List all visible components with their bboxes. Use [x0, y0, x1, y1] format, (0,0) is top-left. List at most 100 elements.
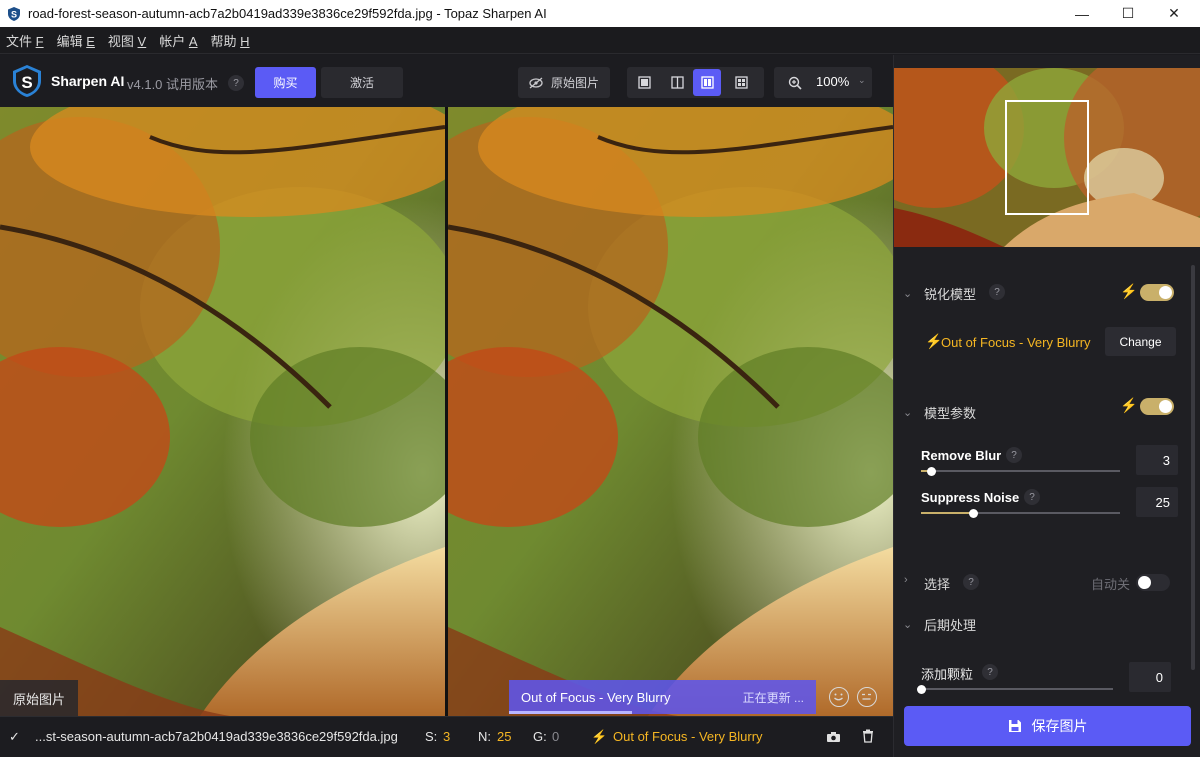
app-icon: S [8, 6, 20, 21]
menu-view[interactable]: 视图 V [108, 31, 146, 50]
side-by-side-icon [700, 76, 714, 89]
quad-view-button[interactable] [727, 69, 755, 96]
selected-model-name: Out of Focus - Very Blurry [941, 335, 1091, 350]
split-view-button[interactable] [663, 69, 691, 96]
model-bolt-icon: ⚡ [591, 729, 608, 744]
zoom-icon [788, 76, 802, 90]
show-original-button[interactable]: 原始图片 [518, 67, 610, 98]
sharpen-model-help-icon[interactable]: ? [989, 284, 1005, 300]
add-grain-help-icon[interactable]: ? [982, 664, 998, 680]
add-grain-slider[interactable] [917, 684, 1113, 694]
remove-blur-slider[interactable] [921, 466, 1120, 476]
menu-help[interactable]: 帮助 H [211, 31, 250, 50]
sharpen-model-toggle[interactable] [1140, 284, 1174, 301]
menu-account[interactable]: 帐户 A [159, 31, 197, 50]
window-title: road-forest-season-autumn-acb7a2b0419ad3… [28, 6, 547, 21]
save-image-label: 保存图片 [1031, 718, 1088, 734]
quad-view-icon [734, 76, 748, 89]
add-grain-label: 添加颗粒 [921, 667, 974, 682]
post-processing-title[interactable]: 后期处理 [924, 615, 976, 634]
remove-blur-handle[interactable] [927, 466, 936, 476]
sharpen-model-title[interactable]: 锐化模型 [924, 284, 976, 303]
sharpness-label: S: [425, 729, 438, 744]
split-view-icon [670, 76, 684, 89]
add-grain-handle[interactable] [917, 684, 926, 694]
autumn-forest-image-preview [448, 107, 893, 716]
svg-text:S: S [21, 73, 32, 92]
menu-file[interactable]: 文件 F [6, 31, 44, 50]
sharpen-logo-icon: S [13, 65, 41, 97]
suppress-noise-handle[interactable] [969, 508, 978, 518]
model-params-toggle[interactable] [1140, 398, 1174, 415]
suppress-noise-fill [921, 512, 973, 514]
model-bolt-icon: ⚡ [925, 333, 943, 349]
suppress-noise-value[interactable]: 25 [1136, 487, 1178, 517]
original-image-pane[interactable] [0, 107, 445, 716]
sharpen-auto-bolt-icon: ⚡ [1120, 283, 1138, 299]
minimize-button[interactable]: — [1059, 0, 1105, 27]
noise-label: N: [478, 729, 491, 744]
file-name[interactable]: ...st-season-autumn-acb7a2b0419ad339e383… [35, 729, 398, 744]
post-processing-collapse-icon[interactable]: ⌄ [903, 618, 912, 631]
neutral-feedback-icon[interactable] [857, 687, 877, 707]
model-params-collapse-icon[interactable]: ⌄ [903, 406, 912, 419]
save-icon [1008, 720, 1021, 732]
navigator-thumbnail[interactable] [894, 68, 1200, 247]
sharpen-model-collapse-icon[interactable]: ⌄ [903, 287, 912, 300]
camera-icon[interactable] [826, 731, 841, 743]
noise-value: 25 [497, 729, 512, 744]
zoom-control[interactable]: 100% ⌄ [774, 67, 872, 98]
suppress-noise-label: Suppress Noise [921, 490, 1020, 505]
suppress-noise-help-icon[interactable]: ? [1024, 489, 1040, 505]
updating-text: 正在更新 ... [742, 690, 804, 705]
file-status-bar: ✓ ...st-season-autumn-acb7a2b0419ad339e3… [0, 716, 893, 757]
happy-feedback-icon[interactable] [829, 687, 849, 707]
maximize-button[interactable]: ☐ [1105, 0, 1151, 27]
settings-panel: ⌄ 锐化模型 ? ⚡ ⚡ Out of Focus - Very Blurry … [893, 55, 1200, 757]
zoom-dropdown-icon[interactable]: ⌄ [858, 75, 866, 86]
change-model-button[interactable]: Change [1105, 327, 1176, 356]
original-label: 原始图片 [0, 680, 78, 716]
close-button[interactable]: ✕ [1151, 0, 1197, 27]
processing-status-chip: Out of Focus - Very Blurry 正在更新 ... [509, 680, 816, 714]
grain-value: 0 [552, 729, 560, 744]
add-grain-value[interactable]: 0 [1129, 662, 1171, 692]
status-model-name: Out of Focus - Very Blurry [613, 729, 763, 744]
panel-scrollbar[interactable] [1191, 265, 1195, 670]
remove-blur-label: Remove Blur [921, 448, 1002, 463]
menu-edit[interactable]: 编辑 E [57, 31, 95, 50]
sharpness-value: 3 [443, 729, 451, 744]
show-original-label: 原始图片 [550, 76, 599, 90]
remove-blur-help-icon[interactable]: ? [1006, 447, 1022, 463]
title-bar: S road-forest-season-autumn-acb7a2b0419a… [0, 0, 1200, 27]
model-params-title[interactable]: 模型参数 [924, 403, 976, 422]
processing-progress-bar [509, 711, 632, 714]
preview-image-pane[interactable] [448, 107, 893, 716]
buy-button[interactable]: 购买 [255, 67, 316, 98]
grain-label: G: [533, 729, 547, 744]
activate-button[interactable]: 激活 [321, 67, 403, 98]
single-view-button[interactable] [630, 69, 658, 96]
eye-off-icon [529, 77, 543, 88]
suppress-noise-slider[interactable] [921, 508, 1120, 518]
processing-model-name: Out of Focus - Very Blurry [521, 689, 671, 705]
app-version: v4.1.0 试用版本 [127, 77, 219, 92]
single-view-icon [637, 76, 651, 89]
trash-icon[interactable] [862, 729, 874, 743]
remove-blur-value[interactable]: 3 [1136, 445, 1178, 475]
view-mode-group [627, 67, 764, 98]
save-image-button[interactable]: 保存图片 [904, 706, 1191, 746]
side-by-side-view-button[interactable] [693, 69, 721, 96]
params-auto-bolt-icon: ⚡ [1120, 397, 1138, 413]
check-icon: ✓ [9, 729, 20, 744]
selection-toggle[interactable] [1136, 574, 1170, 591]
svg-text:S: S [11, 9, 17, 19]
version-help-icon[interactable]: ? [228, 75, 244, 91]
menu-bar: 文件 F 编辑 E 视图 V 帐户 A 帮助 H [0, 27, 1200, 54]
selection-title[interactable]: 选择 [924, 574, 950, 593]
navigator-viewport-frame[interactable] [1005, 100, 1089, 215]
selection-expand-icon[interactable]: › [904, 574, 908, 586]
zoom-value: 100% [816, 74, 850, 89]
autumn-forest-image-original [0, 107, 445, 716]
selection-help-icon[interactable]: ? [963, 574, 979, 590]
